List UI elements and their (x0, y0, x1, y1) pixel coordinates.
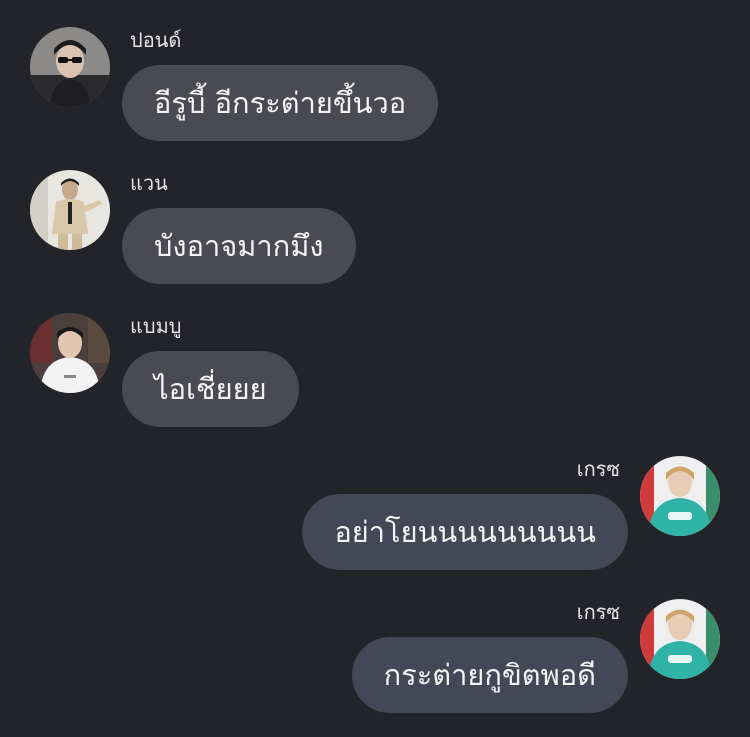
message-bubble[interactable]: อย่าโยนนนนนนนนน (302, 494, 628, 570)
sender-name: เกรซ (576, 457, 620, 481)
message-bubble[interactable]: อีรูบี้ อีกระต่ายขึ้นวอ (122, 65, 439, 141)
sender-name: แบมบู (130, 314, 182, 338)
user-avatar-suit-icon[interactable] (30, 170, 110, 250)
sender-name: ปอนด์ (130, 28, 182, 52)
sender-name: เกรซ (576, 600, 620, 624)
message-bubble[interactable]: ไอเชี่ยยย (122, 351, 299, 427)
user-avatar-teal-sweater-icon[interactable] (640, 599, 720, 679)
chat-message: เกรซ กระต่ายกูขิตพอดี (0, 572, 750, 713)
user-avatar-teal-sweater-icon[interactable] (640, 456, 720, 536)
user-avatar-hoodie-icon[interactable] (30, 313, 110, 393)
chat-message: แบมบู ไอเชี่ยยย (0, 286, 750, 427)
sender-name: แวน (130, 171, 168, 195)
message-bubble[interactable]: กระต่ายกูขิตพอดี (351, 637, 628, 713)
message-bubble[interactable]: บังอาจมากมึง (122, 208, 356, 284)
chat-message: ปอนด์ อีรูบี้ อีกระต่ายขึ้นวอ (0, 0, 750, 141)
chat-message: แวน บังอาจมากมึง (0, 143, 750, 284)
user-avatar-sunglasses-icon[interactable] (30, 27, 110, 107)
chat-message: เกรซ อย่าโยนนนนนนนนน (0, 429, 750, 570)
